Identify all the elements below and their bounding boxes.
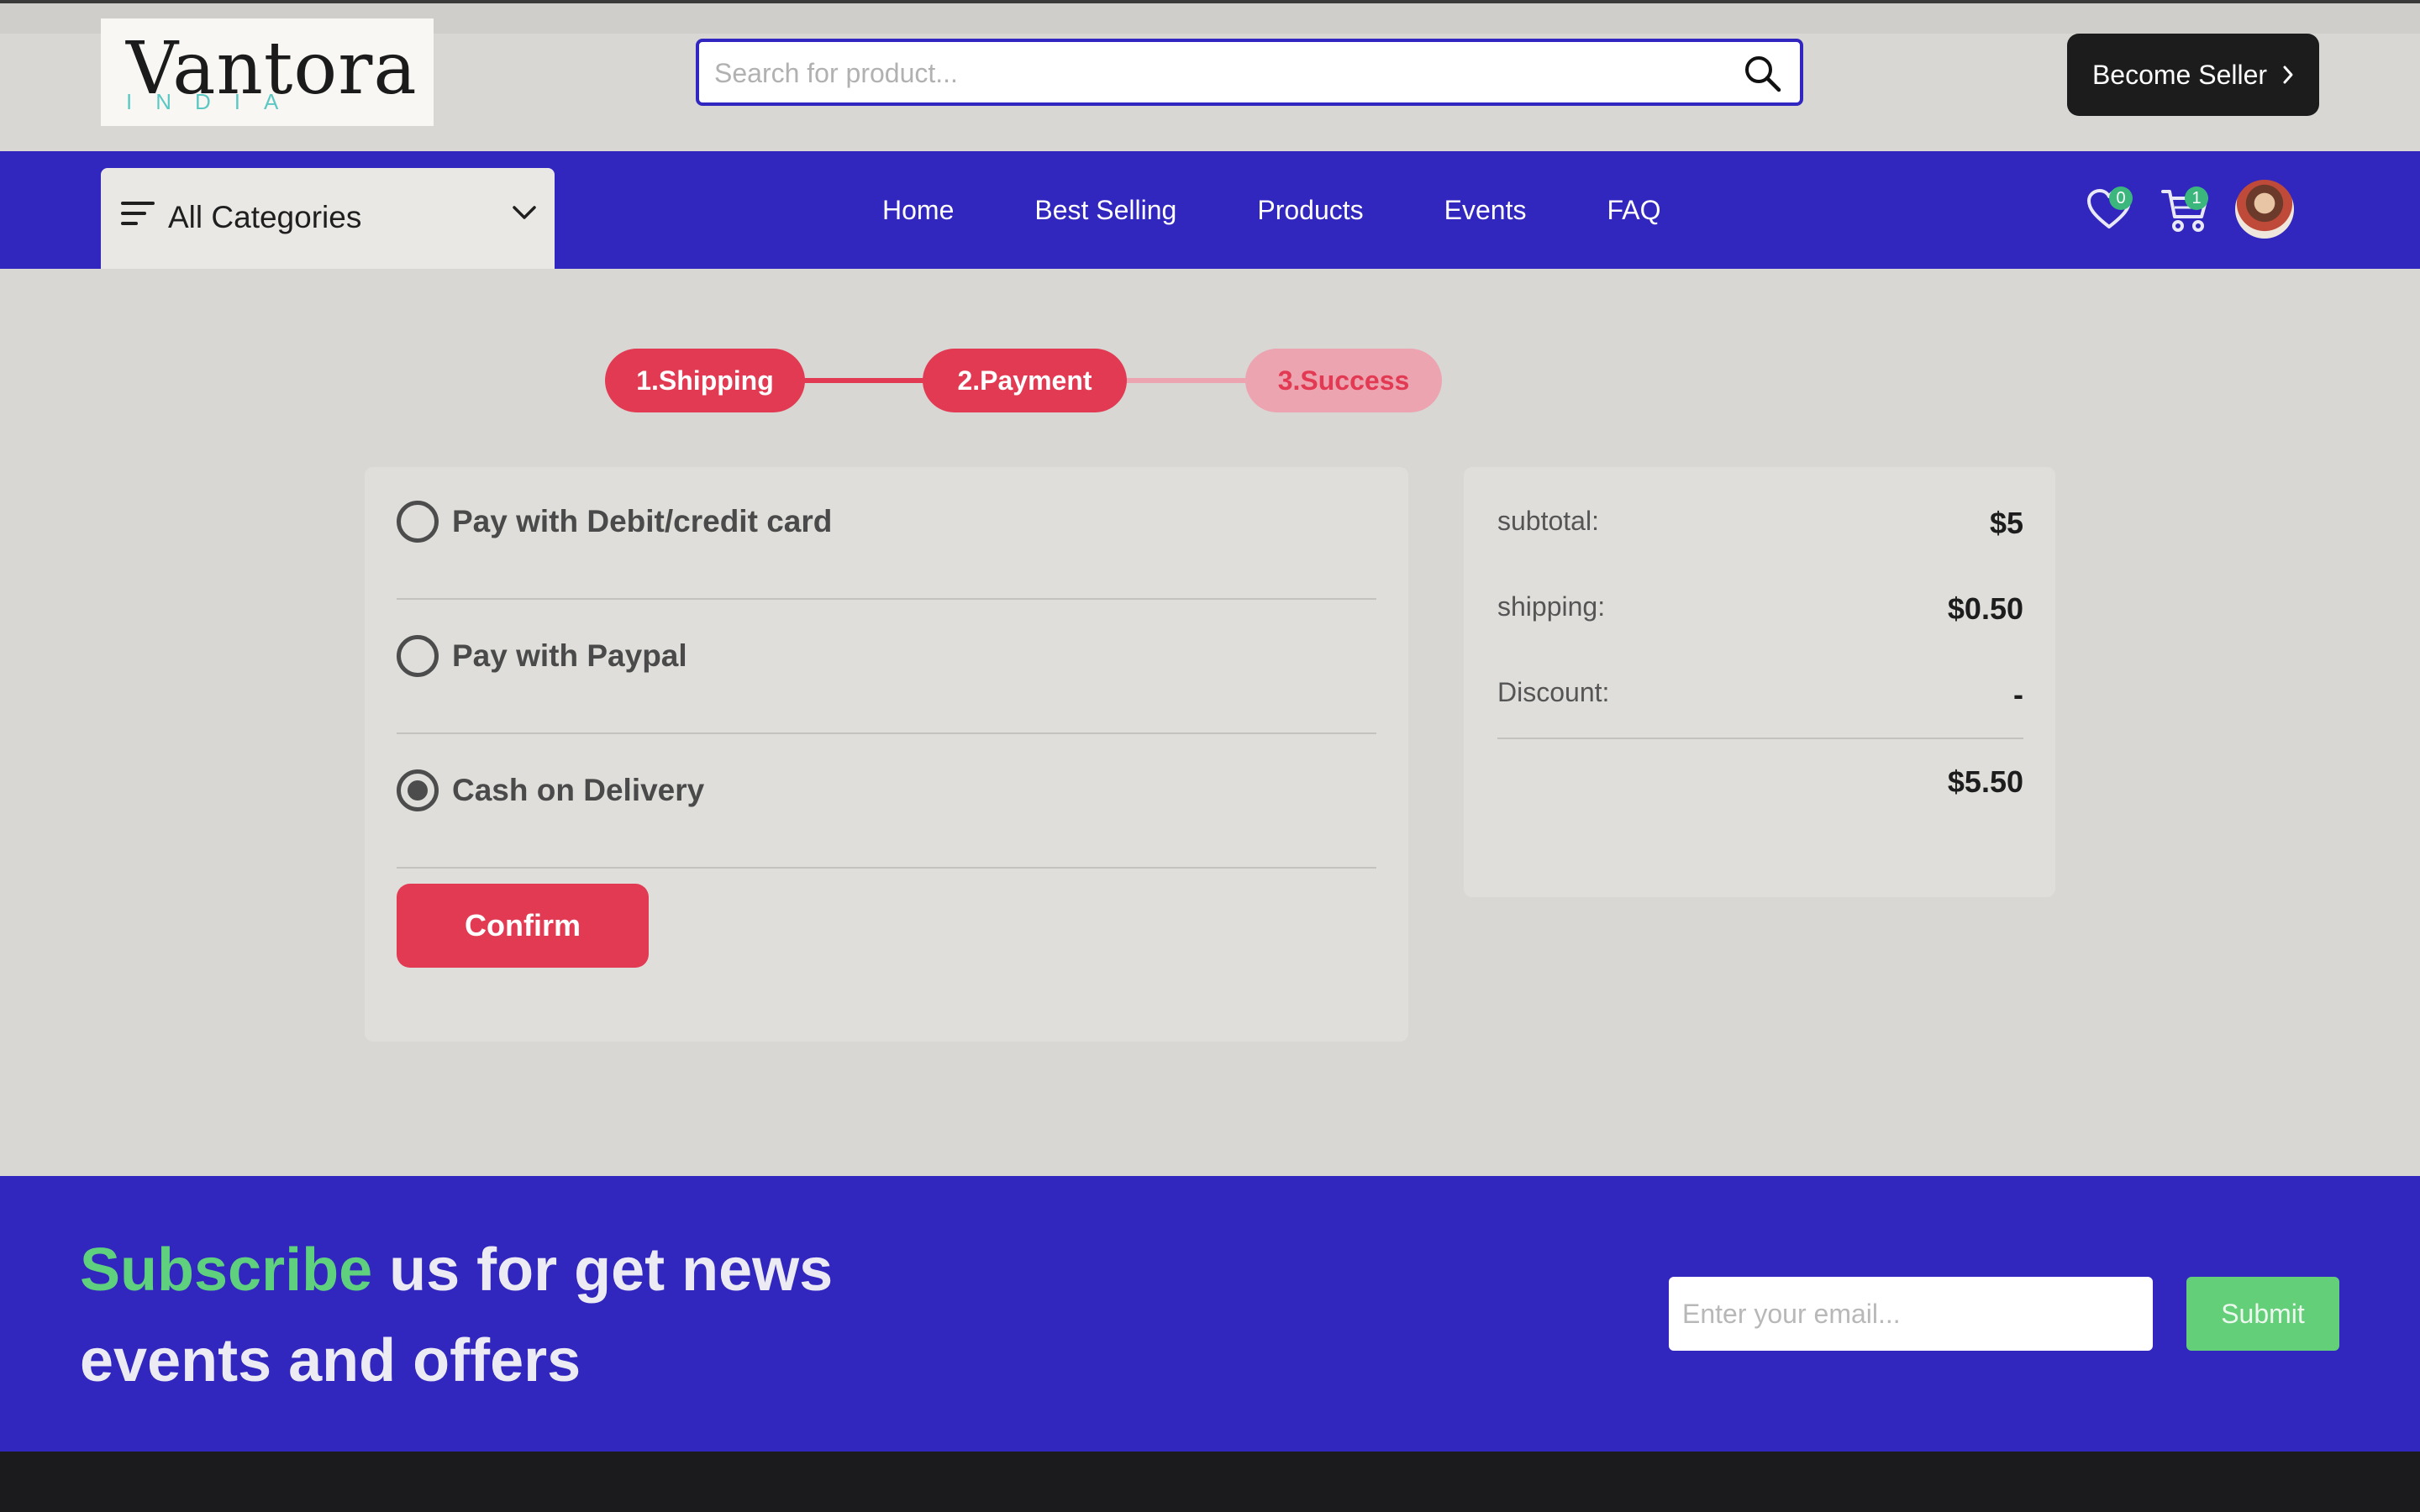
wishlist-count-badge: 0: [2109, 186, 2133, 210]
discount-label: Discount:: [1497, 677, 1610, 707]
discount-value: -: [2013, 677, 2023, 711]
all-categories-dropdown[interactable]: All Categories: [101, 168, 555, 269]
newsletter-title-line2: events and offers: [80, 1327, 581, 1394]
summary-divider: [1497, 738, 2023, 739]
step-shipping: 1.Shipping: [605, 349, 805, 412]
chevron-right-icon: [2283, 66, 2293, 84]
step-connector-2: [1126, 378, 1247, 383]
step-success: 3.Success: [1245, 349, 1442, 412]
search-icon[interactable]: [1743, 54, 1781, 92]
chevron-down-icon: [513, 206, 536, 219]
step-success-label: 3.Success: [1277, 365, 1410, 396]
nav-link-events[interactable]: Events: [1444, 195, 1527, 226]
user-avatar[interactable]: [2235, 180, 2294, 239]
search-box: [696, 39, 1803, 106]
subtotal-value: $5: [1989, 506, 2023, 540]
summary-subtotal-row: subtotal: $5: [1497, 497, 2023, 548]
summary-total-row: $5.50: [1497, 756, 2023, 806]
footer-bar: [0, 1452, 2420, 1512]
newsletter-title-line1: us for get news: [372, 1236, 834, 1304]
payment-option-label: Cash on Delivery: [452, 773, 705, 807]
payment-option-label: Pay with Paypal: [452, 638, 687, 673]
shipping-value: $0.50: [1947, 591, 2023, 626]
payment-option-label: Pay with Debit/credit card: [452, 504, 833, 538]
nav-link-faq[interactable]: FAQ: [1607, 195, 1660, 226]
confirm-button[interactable]: Confirm: [397, 884, 649, 968]
nav-link-products[interactable]: Products: [1257, 195, 1363, 226]
all-categories-label: All Categories: [168, 200, 362, 234]
payment-option-paypal[interactable]: Pay with Paypal: [397, 601, 1376, 734]
payment-option-card[interactable]: Pay with Debit/credit card: [397, 467, 1376, 600]
site-logo[interactable]: Vantora INDIA: [101, 18, 434, 126]
become-seller-button[interactable]: Become Seller: [2067, 34, 2319, 116]
newsletter-title: Subscribe us for get news events and off…: [80, 1225, 920, 1406]
step-payment-label: 2.Payment: [957, 365, 1092, 396]
step-payment: 2.Payment: [923, 349, 1127, 412]
newsletter-email-input[interactable]: [1669, 1277, 2153, 1351]
nav-link-home[interactable]: Home: [882, 195, 954, 226]
cart-count-badge: 1: [2185, 186, 2208, 210]
become-seller-label: Become Seller: [2091, 59, 2268, 90]
nav-link-best-selling[interactable]: Best Selling: [1034, 195, 1176, 226]
radio-paypal[interactable]: [397, 635, 439, 677]
search-input[interactable]: [713, 42, 1724, 104]
newsletter-submit-button[interactable]: Submit: [2186, 1277, 2339, 1351]
subtotal-label: subtotal:: [1497, 506, 1599, 536]
step-connector-1: [803, 378, 924, 383]
radio-cod[interactable]: [397, 769, 439, 811]
logo-subtitle: INDIA: [126, 89, 302, 114]
newsletter-title-highlight: Subscribe: [80, 1236, 373, 1304]
payment-option-cod[interactable]: Cash on Delivery: [397, 736, 1376, 869]
shipping-label: shipping:: [1497, 591, 1606, 622]
summary-discount-row: Discount: -: [1497, 669, 2023, 719]
menu-lines-icon: [121, 202, 155, 225]
radio-card[interactable]: [397, 501, 439, 543]
nav-links: Home Best Selling Products Events FAQ: [882, 151, 1660, 269]
step-shipping-label: 1.Shipping: [636, 365, 774, 396]
summary-shipping-row: shipping: $0.50: [1497, 583, 2023, 633]
total-value: $5.50: [1947, 764, 2023, 799]
